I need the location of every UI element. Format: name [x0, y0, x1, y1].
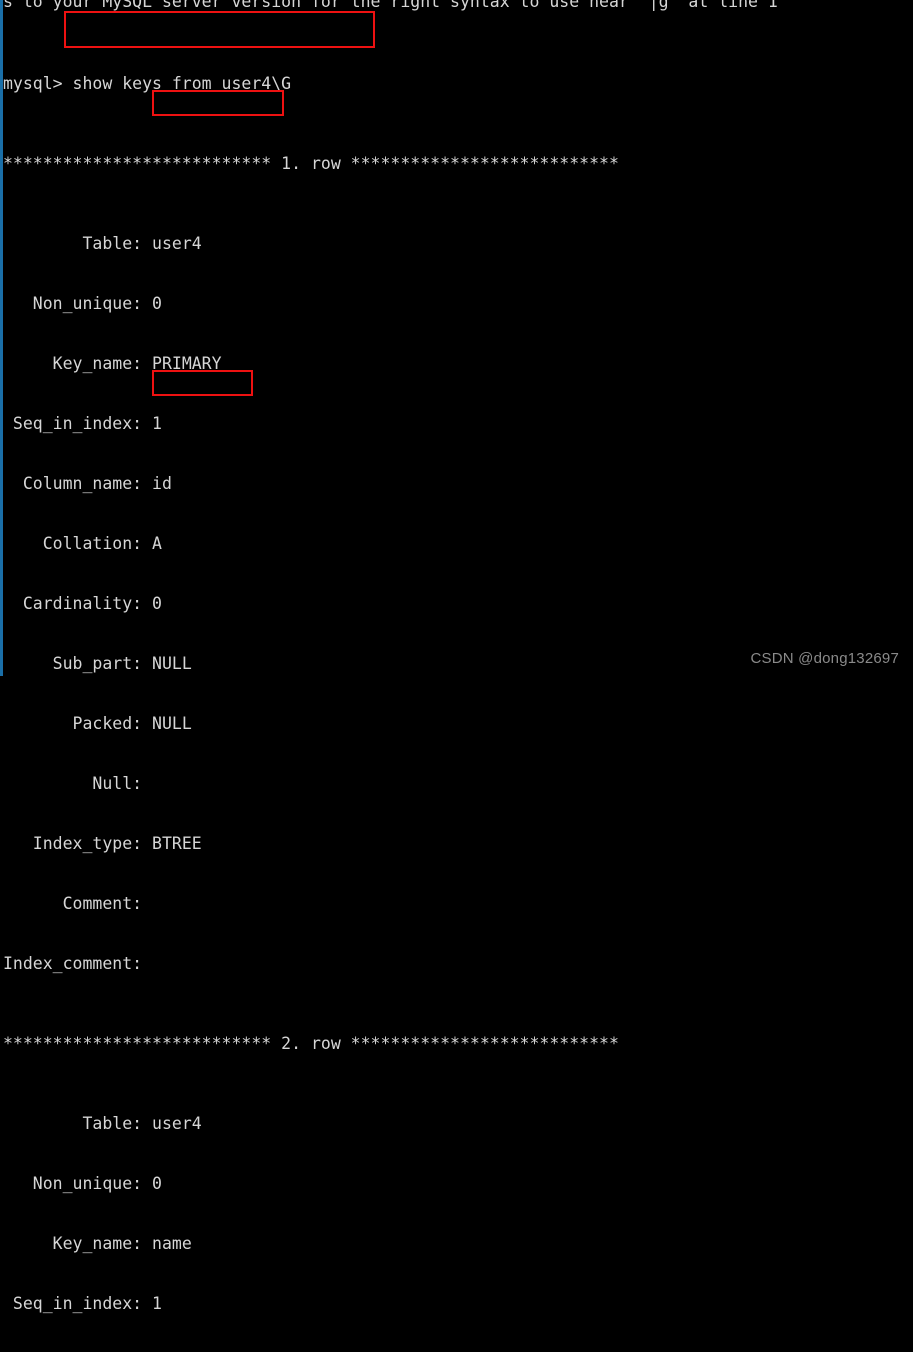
field-value: 0: [142, 294, 162, 313]
field-row1-key-name: Key_name: PRIMARY: [0, 354, 913, 374]
field-label: Seq_in_index:: [3, 414, 143, 433]
row-separator-1: *************************** 1. row *****…: [3, 154, 619, 173]
field-label: Cardinality:: [3, 594, 143, 613]
field-row1-comment: Comment:: [0, 894, 913, 914]
field-row2-seq-in-index: Seq_in_index: 1: [0, 1294, 913, 1314]
field-label: Index_comment:: [3, 954, 143, 973]
field-label: Table:: [3, 234, 143, 253]
field-row2-key-name: Key_name: name: [0, 1234, 913, 1254]
field-value: user4: [142, 234, 202, 253]
field-value: 1: [142, 1294, 162, 1313]
field-label: Column_name:: [3, 474, 143, 493]
field-label: Index_type:: [3, 834, 143, 853]
field-row1-index-comment: Index_comment:: [0, 954, 913, 974]
field-label: Table:: [3, 1114, 143, 1133]
field-row1-index-type: Index_type: BTREE: [0, 834, 913, 854]
field-value: 0: [142, 594, 162, 613]
terminal-screen[interactable]: s to your MySQL server version for the r…: [0, 0, 913, 1313]
field-label: Non_unique:: [3, 294, 143, 313]
field-row2-table: Table: user4: [0, 1114, 913, 1134]
command-prompt-line[interactable]: mysql> show keys from user4\G: [0, 74, 913, 94]
field-value: BTREE: [142, 834, 202, 853]
field-label: Null:: [3, 774, 143, 793]
watermark-text: CSDN @dong132697: [750, 650, 899, 667]
field-value: id: [142, 474, 172, 493]
field-row1-column-name: Column_name: id: [0, 474, 913, 494]
field-value: PRIMARY: [142, 354, 222, 373]
field-value: name: [142, 1234, 192, 1253]
field-row1-packed: Packed: NULL: [0, 714, 913, 734]
field-value: NULL: [142, 714, 192, 733]
field-row1-null: Null:: [0, 774, 913, 794]
field-row1-seq-in-index: Seq_in_index: 1: [0, 414, 913, 434]
field-label: Comment:: [3, 894, 143, 913]
field-value: 1: [142, 414, 162, 433]
field-value: NULL: [142, 654, 192, 673]
field-label: Seq_in_index:: [3, 1294, 143, 1313]
field-label: Packed:: [3, 714, 143, 733]
field-row1-non-unique: Non_unique: 0: [0, 294, 913, 314]
row-separator-2: *************************** 2. row *****…: [3, 1034, 619, 1053]
field-row1-cardinality: Cardinality: 0: [0, 594, 913, 614]
field-value: A: [142, 534, 162, 553]
terminal-left-edge-stripe: [0, 0, 3, 676]
field-row1-table: Table: user4: [0, 234, 913, 254]
field-label: Sub_part:: [3, 654, 143, 673]
field-label: Collation:: [3, 534, 143, 553]
field-row2-non-unique: Non_unique: 0: [0, 1174, 913, 1194]
field-value: user4: [142, 1114, 202, 1133]
field-value: 0: [142, 1174, 162, 1193]
field-row1-collation: Collation: A: [0, 534, 913, 554]
field-label: Key_name:: [3, 354, 143, 373]
error-message-clipped-line: s to your MySQL server version for the r…: [3, 0, 778, 11]
field-label: Non_unique:: [3, 1174, 143, 1193]
terminal-output-body: mysql> show keys from user4\G **********…: [0, 14, 913, 1352]
field-label: Key_name:: [3, 1234, 143, 1253]
